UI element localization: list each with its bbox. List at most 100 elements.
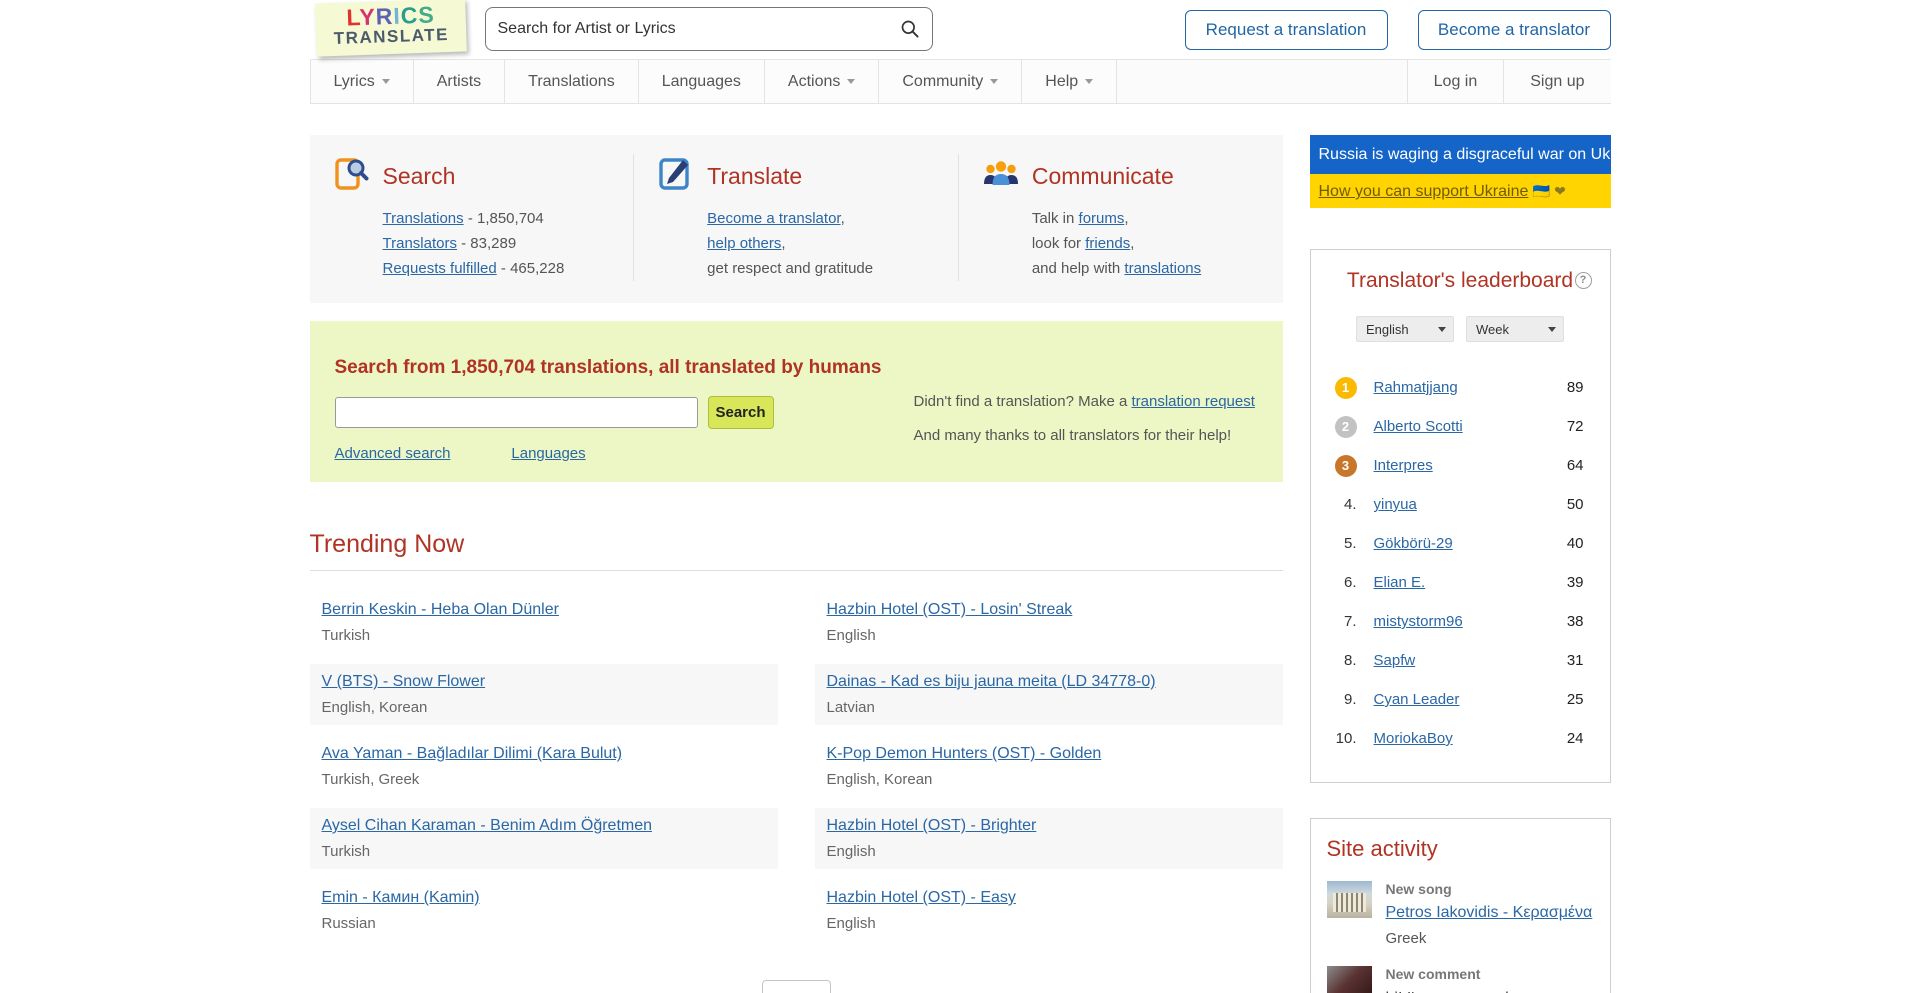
- site-activity-title: Site activity: [1327, 836, 1594, 862]
- info-strip: Search Translations - 1,850,704 Translat…: [310, 135, 1283, 303]
- help-translations-link[interactable]: translations: [1124, 260, 1201, 277]
- trending-right-column: Hazbin Hotel (OST) - Losin' Streak Engli…: [815, 592, 1283, 952]
- ukraine-flag-heart-icons: 🇺🇦 ❤: [1533, 183, 1566, 199]
- nav-item-languages[interactable]: Languages: [639, 60, 765, 103]
- translator-link[interactable]: MoriokaBoy: [1374, 730, 1453, 747]
- friends-link[interactable]: friends: [1085, 235, 1130, 252]
- song-link[interactable]: Berrin Keskin - Heba Olan Dünler: [322, 601, 559, 618]
- song-row: Berrin Keskin - Heba Olan Dünler Turkish: [310, 592, 778, 653]
- song-link[interactable]: V (BTS) - Snow Flower: [322, 673, 486, 690]
- become-translator-button[interactable]: Become a translator: [1418, 10, 1611, 50]
- song-link[interactable]: K-Pop Demon Hunters (OST) - Golden: [827, 745, 1102, 762]
- search-document-icon: [332, 154, 372, 199]
- activity-item: New song Petros Iakovidis - Κερασμένα Gr…: [1327, 881, 1594, 947]
- translator-link[interactable]: yinyua: [1374, 496, 1417, 513]
- leaderboard-row: 6. Elian E. 39: [1327, 563, 1594, 602]
- info-title-communicate: Communicate: [1032, 163, 1174, 190]
- song-language: English, Korean: [322, 699, 766, 716]
- song-language: English: [827, 627, 1271, 644]
- song-language: English: [827, 843, 1271, 860]
- translation-search-button[interactable]: Search: [708, 396, 774, 429]
- song-link[interactable]: Hazbin Hotel (OST) - Brighter: [827, 817, 1037, 834]
- leaderboard-period-select[interactable]: Week: [1466, 316, 1564, 342]
- song-link[interactable]: Hazbin Hotel (OST) - Easy: [827, 889, 1016, 906]
- info-col-translate: Translate Become a translator, help othe…: [633, 154, 958, 281]
- song-link[interactable]: Hazbin Hotel (OST) - Losin' Streak: [827, 601, 1073, 618]
- leaderboard-language-select[interactable]: English: [1356, 316, 1454, 342]
- activity-item: New comment hi! I've seen you have reque…: [1327, 966, 1594, 993]
- song-link[interactable]: Aysel Cihan Karaman - Benim Adım Öğretme…: [322, 817, 653, 834]
- sidebar: Russia is waging a disgraceful war on Uk…: [1310, 135, 1611, 993]
- translations-link[interactable]: Translations: [383, 210, 464, 227]
- leaderboard-row: 7. mistystorm96 38: [1327, 602, 1594, 641]
- chevron-down-icon: [1085, 79, 1093, 84]
- translator-link[interactable]: Cyan Leader: [1374, 691, 1460, 708]
- main-column: Search Translations - 1,850,704 Translat…: [310, 135, 1283, 993]
- support-ukraine-link[interactable]: How you can support Ukraine: [1319, 183, 1529, 200]
- translator-link[interactable]: mistystorm96: [1374, 613, 1463, 630]
- translators-link[interactable]: Translators: [383, 235, 457, 252]
- translator-score: 72: [1567, 418, 1594, 435]
- activity-type: New comment: [1386, 966, 1594, 982]
- song-language: Turkish, Greek: [322, 771, 766, 788]
- translator-link[interactable]: Interpres: [1374, 457, 1433, 474]
- translator-link[interactable]: Gökbörü-29: [1374, 535, 1453, 552]
- search-icon[interactable]: [900, 19, 920, 39]
- info-title-search: Search: [383, 163, 456, 190]
- activity-song-link[interactable]: Petros Iakovidis - Κερασμένα: [1386, 904, 1593, 922]
- song-link[interactable]: Emin - Камин (Kamin): [322, 889, 480, 906]
- song-language: English, Korean: [827, 771, 1271, 788]
- login-link[interactable]: Log in: [1407, 60, 1504, 103]
- leaderboard-row: 5. Gökbörü-29 40: [1327, 524, 1594, 563]
- chevron-down-icon: [382, 79, 390, 84]
- help-others-link[interactable]: help others: [707, 235, 781, 252]
- translation-search-input[interactable]: [335, 397, 698, 428]
- leaderboard-row: 4. yinyua 50: [1327, 485, 1594, 524]
- more-button[interactable]: More: [762, 980, 831, 993]
- translator-link[interactable]: Elian E.: [1374, 574, 1426, 591]
- leaderboard-row: 9. Cyan Leader 25: [1327, 680, 1594, 719]
- nav-item-help[interactable]: Help: [1022, 60, 1117, 103]
- trending-now-title: Trending Now: [310, 530, 1283, 559]
- nav-item-lyrics[interactable]: Lyrics: [310, 60, 414, 103]
- translator-link[interactable]: Rahmatjjang: [1374, 379, 1458, 396]
- languages-link[interactable]: Languages: [511, 445, 585, 462]
- translator-link[interactable]: Alberto Scotti: [1374, 418, 1463, 435]
- song-thumbnail[interactable]: [1327, 881, 1372, 918]
- translation-request-link[interactable]: translation request: [1131, 393, 1254, 410]
- leaderboard-row: 8. Sapfw 31: [1327, 641, 1594, 680]
- requests-fulfilled-link[interactable]: Requests fulfilled: [383, 260, 497, 277]
- activity-language: Greek: [1386, 930, 1593, 947]
- translator-score: 64: [1567, 457, 1594, 474]
- help-icon[interactable]: ?: [1575, 272, 1592, 289]
- song-row: Hazbin Hotel (OST) - Losin' Streak Engli…: [815, 592, 1283, 653]
- rank-number: 7.: [1327, 613, 1357, 630]
- rank-number: 8.: [1327, 652, 1357, 669]
- site-logo[interactable]: LYRICS TRANSLATE: [315, 0, 467, 57]
- advanced-search-link[interactable]: Advanced search: [335, 445, 451, 462]
- request-translation-button[interactable]: Request a translation: [1185, 10, 1388, 50]
- nav-item-translations[interactable]: Translations: [505, 60, 639, 103]
- nav-item-community[interactable]: Community: [879, 60, 1022, 103]
- song-link[interactable]: Ava Yaman - Bağladılar Dilimi (Kara Bulu…: [322, 745, 623, 762]
- signup-link[interactable]: Sign up: [1503, 60, 1610, 103]
- forums-link[interactable]: forums: [1079, 210, 1125, 227]
- song-language: English: [827, 915, 1271, 932]
- translate-document-icon: [656, 154, 696, 199]
- translator-score: 89: [1567, 379, 1594, 396]
- thanks-text: And many thanks to all translators for t…: [914, 427, 1283, 444]
- info-col-search: Search Translations - 1,850,704 Translat…: [310, 154, 634, 281]
- song-link[interactable]: Dainas - Kad es biju jauna meita (LD 347…: [827, 673, 1156, 690]
- nav-item-actions[interactable]: Actions: [765, 60, 879, 103]
- comment-thumbnail[interactable]: [1327, 966, 1372, 993]
- translator-link[interactable]: Sapfw: [1374, 652, 1416, 669]
- translator-score: 24: [1567, 730, 1594, 747]
- song-row: Dainas - Kad es biju jauna meita (LD 347…: [815, 664, 1283, 725]
- nav-item-artists[interactable]: Artists: [414, 60, 505, 103]
- translator-score: 31: [1567, 652, 1594, 669]
- song-row: Ava Yaman - Bağladılar Dilimi (Kara Bulu…: [310, 736, 778, 797]
- become-translator-link[interactable]: Become a translator: [707, 210, 840, 227]
- translator-score: 40: [1567, 535, 1594, 552]
- leaderboard-title: Translator's leaderboard: [1347, 269, 1573, 293]
- header-search-input[interactable]: [498, 20, 900, 38]
